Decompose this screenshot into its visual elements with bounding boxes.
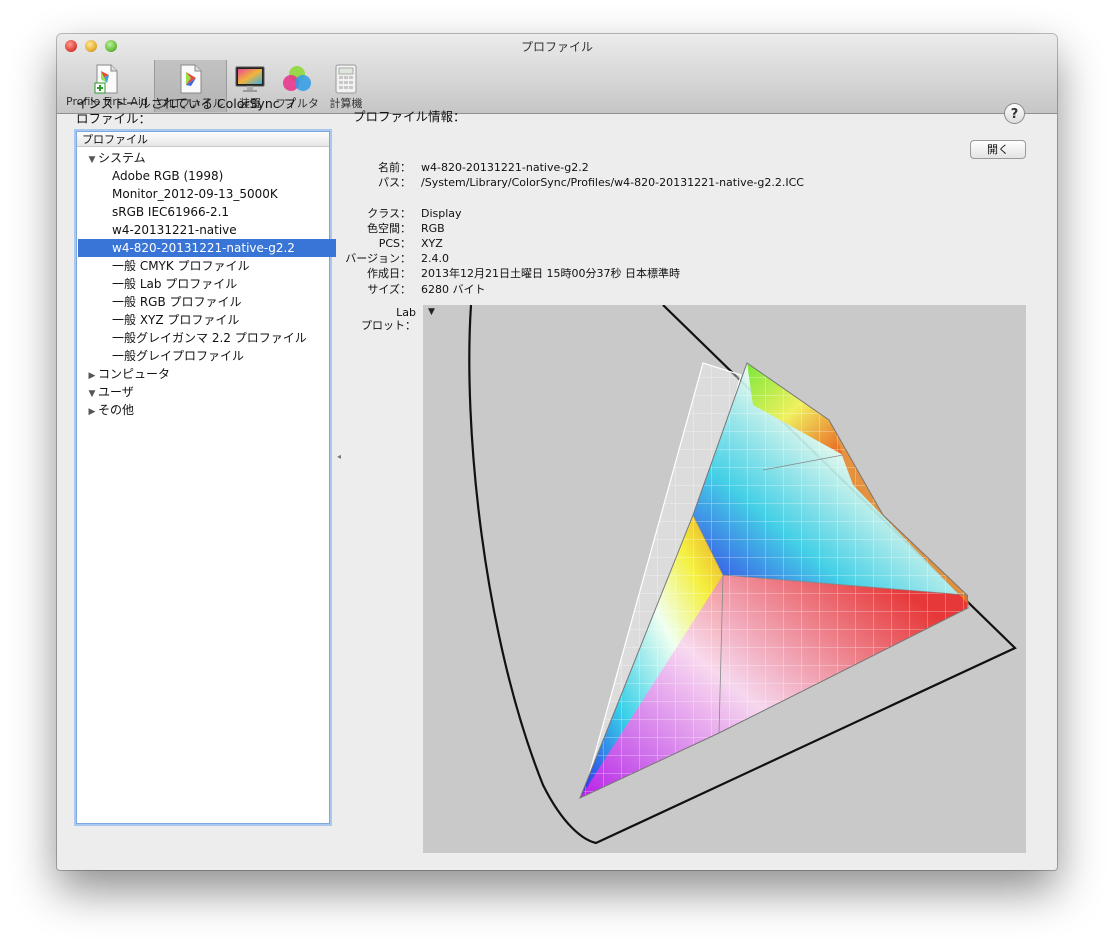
tree-group[interactable]: ▶ コンピュータ <box>78 365 310 383</box>
version-label: バージョン： <box>345 252 411 265</box>
lab-plot[interactable]: ▼ <box>423 304 1026 853</box>
path-label: パス： <box>378 176 411 189</box>
tree-item-label: w4-20131221-native <box>112 223 237 237</box>
colorspace-label: 色空間： <box>367 222 411 235</box>
tree-item-label: Adobe RGB (1998) <box>112 169 224 183</box>
lab-plot-label: Lab プロット： <box>361 306 416 332</box>
sidebar-heading: インストールされている ColorSync プロファイル： <box>76 96 297 126</box>
tree-item-label: 一般 XYZ プロファイル <box>112 313 240 327</box>
tree-group[interactable]: ▼ システム <box>78 149 310 167</box>
tree-group[interactable]: ▶ その他 <box>78 401 310 419</box>
profile-list-item[interactable]: 一般 XYZ プロファイル <box>78 311 336 329</box>
created-value: 2013年12月21日土曜日 15時00分37秒 日本標準時 <box>421 267 680 280</box>
tree-item-label: その他 <box>98 403 135 417</box>
profile-list-item[interactable]: sRGB IEC61966-2.1 <box>78 203 336 221</box>
profile-list-item[interactable]: 一般グレイプロファイル <box>78 347 336 365</box>
size-value: 6280 バイト <box>421 283 486 296</box>
created-label: 作成日： <box>367 267 411 280</box>
plot-menu-triangle-icon[interactable]: ▼ <box>428 307 435 317</box>
class-value: Display <box>421 207 462 220</box>
tree-item-label: 一般 RGB プロファイル <box>112 295 242 309</box>
name-label: 名前： <box>378 161 411 174</box>
profile-list-item[interactable]: Adobe RGB (1998) <box>78 167 336 185</box>
class-label: クラス： <box>367 207 411 220</box>
size-label: サイズ： <box>367 283 411 296</box>
profile-list[interactable]: プロファイル ▼ システム Adobe RGB (1998) Monitor_2012… <box>76 131 336 824</box>
tree-item-label: 一般 CMYK プロファイル <box>112 259 250 273</box>
disclosure-collapsed-icon[interactable]: ▶ <box>86 403 98 421</box>
profile-list-item[interactable]: 一般 CMYK プロファイル <box>78 257 336 275</box>
window-title: プロファイル <box>520 40 593 54</box>
profile-list-item[interactable]: 一般 RGB プロファイル <box>78 293 336 311</box>
name-value: w4-820-20131221-native-g2.2 <box>421 161 589 174</box>
open-button[interactable]: 開く <box>970 140 1026 159</box>
tree-item-label: システム <box>98 151 146 165</box>
display-icon <box>235 66 265 92</box>
colorspace-value: RGB <box>421 222 445 235</box>
profile-list-item[interactable]: Monitor_2012-09-13_5000K <box>78 185 336 203</box>
lab-gamut-graphic <box>468 304 1017 845</box>
tree-item-label: Monitor_2012-09-13_5000K <box>112 187 278 201</box>
info-heading: プロファイル情報： <box>353 109 466 124</box>
path-value: /System/Library/ColorSync/Profiles/w4-82… <box>421 176 804 189</box>
split-view-handle[interactable]: ◂ <box>337 452 341 461</box>
pcs-value: XYZ <box>421 237 443 250</box>
tree-item-label: sRGB IEC61966-2.1 <box>112 205 230 219</box>
filter-icon <box>283 66 311 91</box>
tree-item-label: 一般 Lab プロファイル <box>112 277 238 291</box>
tree-item-label: w4-820-20131221-native-g2.2 <box>112 241 295 255</box>
profile-list-item[interactable]: 一般 Lab プロファイル <box>78 275 336 293</box>
toolbar-calculator[interactable]: 計算機 <box>325 60 367 112</box>
profile-list-item[interactable]: w4-20131221-native <box>78 221 336 239</box>
version-value: 2.4.0 <box>421 252 449 265</box>
profile-list-item[interactable]: 一般グレイガンマ 2.2 プロファイル <box>78 329 336 347</box>
profile-list-item[interactable]: w4-820-20131221-native-g2.2 <box>78 239 336 257</box>
tree-item-label: コンピュータ <box>98 367 171 381</box>
profile-icon <box>180 64 201 94</box>
help-button[interactable]: ? <box>1004 103 1025 124</box>
tree-item-label: 一般グレイガンマ 2.2 プロファイル <box>112 331 307 345</box>
tree-item-label: 一般グレイプロファイル <box>112 349 245 363</box>
tree-group[interactable]: ▼ ユーザ <box>78 383 310 401</box>
tree-item-label: ユーザ <box>98 385 134 399</box>
profile-first-aid-icon <box>94 64 118 94</box>
calculator-icon <box>335 64 357 94</box>
list-column-header[interactable]: プロファイル <box>77 132 329 147</box>
pcs-label: PCS： <box>378 237 411 250</box>
